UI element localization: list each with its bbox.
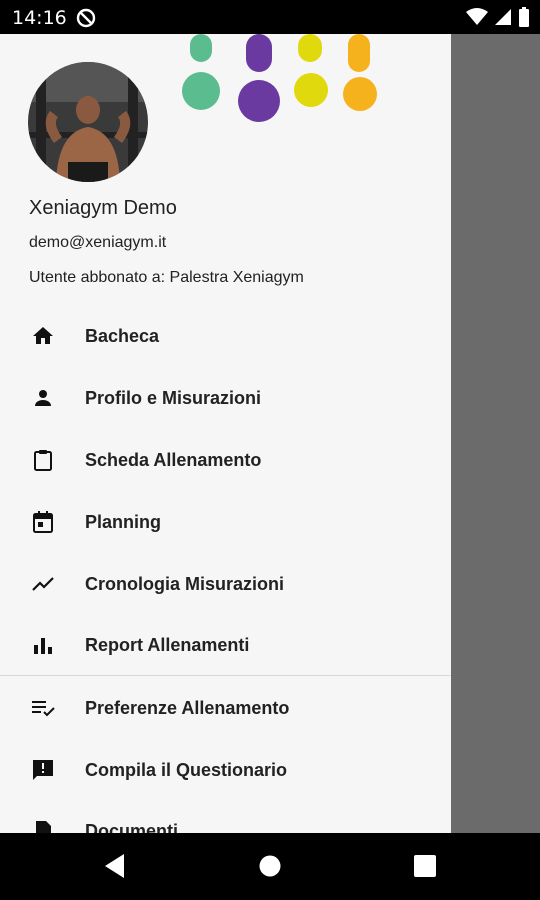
do-not-disturb-icon	[76, 8, 96, 28]
avatar[interactable]	[28, 62, 148, 182]
menu-item-scheda[interactable]: Scheda Allenamento	[0, 429, 451, 491]
menu-item-label: Documenti	[85, 820, 179, 834]
menu-divider	[0, 675, 451, 676]
user-email: demo@xeniagym.it	[29, 234, 167, 251]
home-button-icon[interactable]	[259, 855, 281, 877]
home-icon	[30, 323, 56, 349]
signal-icon	[495, 9, 511, 25]
status-time: 14:16	[12, 7, 67, 29]
recents-icon[interactable]	[414, 855, 436, 877]
user-name: Xeniagym Demo	[29, 197, 177, 219]
menu-item-preferenze[interactable]: Preferenze Allenamento	[0, 677, 451, 739]
battery-icon	[519, 7, 529, 27]
status-bar: 14:16	[0, 0, 540, 34]
system-navigation-bar	[0, 833, 540, 900]
menu-item-documenti[interactable]: Documenti	[0, 800, 451, 833]
menu-item-label: Cronologia Misurazioni	[85, 573, 285, 594]
menu-item-profilo[interactable]: Profilo e Misurazioni	[0, 367, 451, 429]
menu-item-label: Planning	[85, 511, 161, 532]
menu-item-label: Bacheca	[85, 325, 160, 346]
menu-item-report[interactable]: Report Allenamenti	[0, 614, 451, 676]
bar-chart-icon	[30, 632, 56, 658]
playlist-check-icon	[30, 695, 56, 721]
feedback-icon	[30, 757, 56, 783]
menu-item-label: Compila il Questionario	[85, 759, 288, 780]
back-icon[interactable]	[103, 853, 125, 879]
menu-item-cronologia[interactable]: Cronologia Misurazioni	[0, 553, 451, 615]
menu-item-label: Profilo e Misurazioni	[85, 387, 262, 408]
subscription-text: Utente abbonato a: Palestra Xeniagym	[29, 269, 304, 286]
person-icon	[30, 385, 56, 411]
calendar-icon	[30, 509, 56, 535]
clipboard-icon	[30, 447, 56, 473]
menu-item-bacheca[interactable]: Bacheca	[0, 305, 451, 367]
menu-item-planning[interactable]: Planning	[0, 491, 451, 553]
wifi-icon	[466, 8, 488, 25]
brand-decoration	[182, 34, 377, 122]
menu-item-label: Preferenze Allenamento	[85, 697, 290, 718]
status-icons	[466, 7, 530, 27]
trend-icon	[30, 571, 56, 597]
drawer-scrim[interactable]	[451, 34, 540, 833]
document-icon	[30, 818, 56, 833]
menu-item-questionario[interactable]: Compila il Questionario	[0, 739, 451, 801]
menu-item-label: Report Allenamenti	[85, 634, 250, 655]
menu-item-label: Scheda Allenamento	[85, 449, 262, 470]
navigation-drawer: Xeniagym Demo demo@xeniagym.it Utente ab…	[0, 34, 451, 833]
